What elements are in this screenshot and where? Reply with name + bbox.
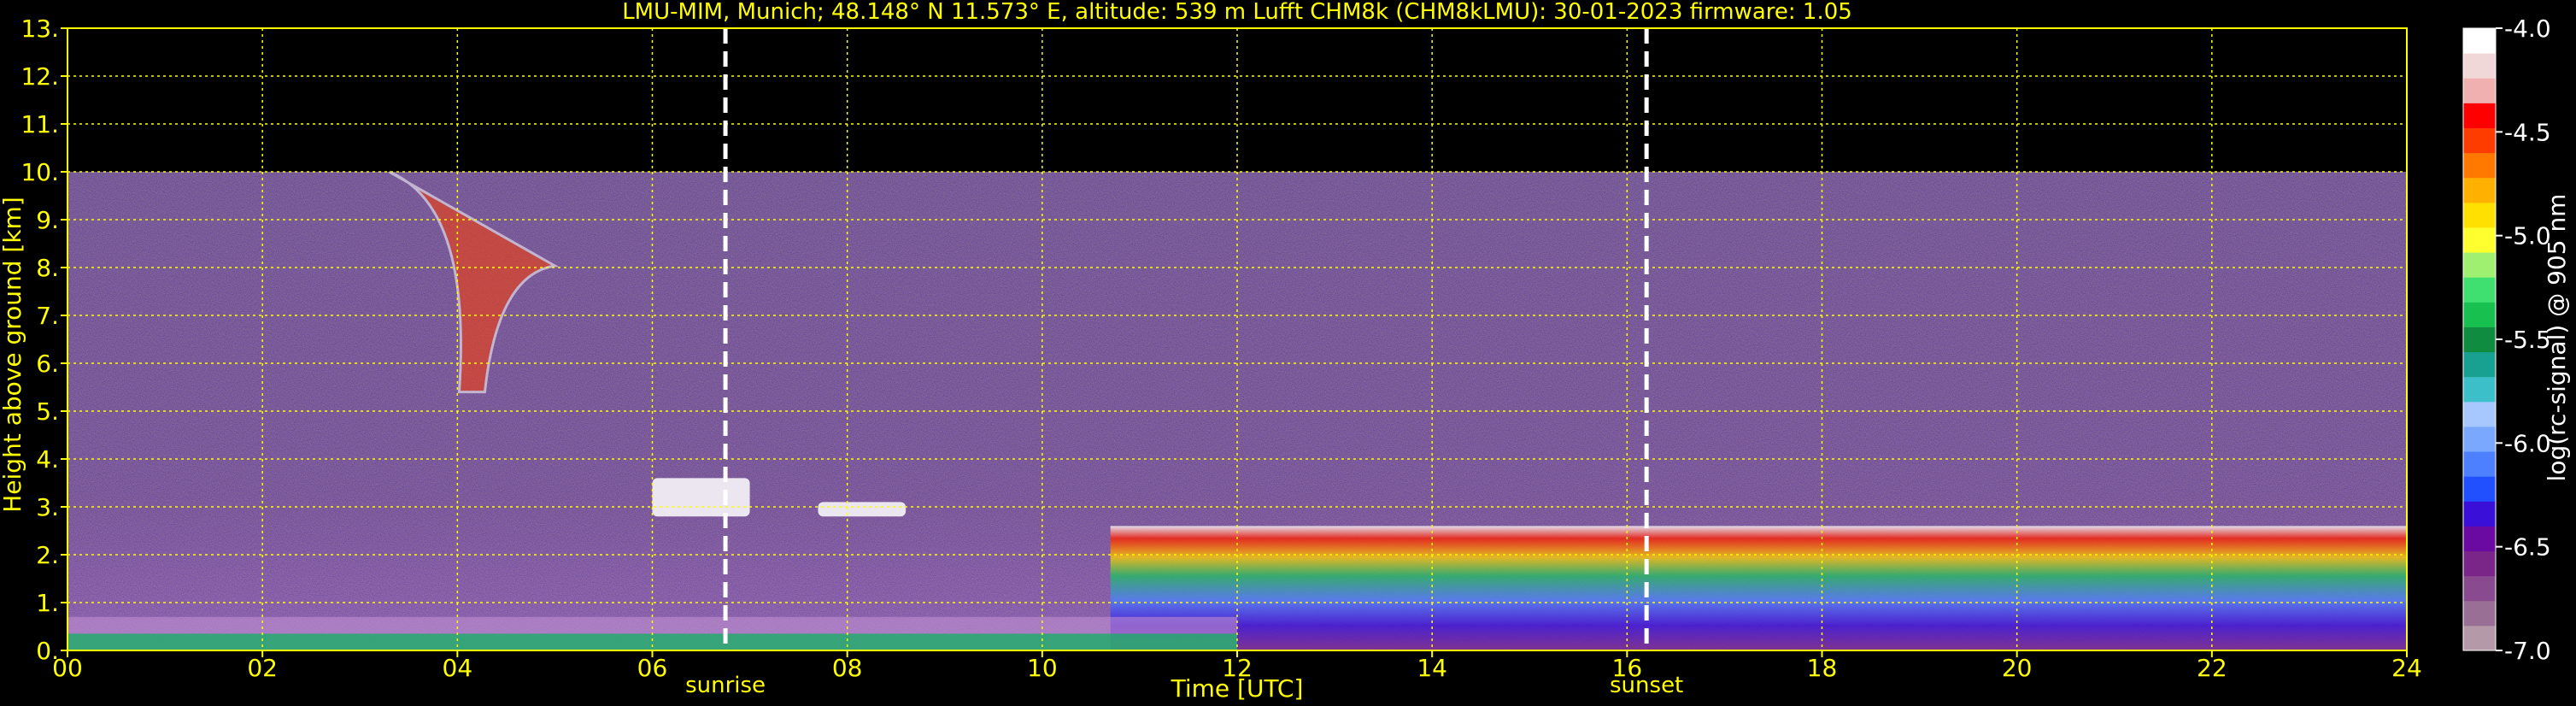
colorbar-segment: [2463, 600, 2496, 627]
y-tick-label: 13.: [21, 15, 59, 43]
y-tick-label: 3.: [36, 493, 59, 521]
y-tick-label: 6.: [36, 350, 59, 378]
y-tick-label: 0.: [36, 637, 59, 665]
x-tick-label: 10: [1027, 654, 1058, 682]
feature-aerosol-bottom: [67, 633, 1237, 650]
colorbar-segment: [2463, 351, 2496, 378]
x-tick-label: 18: [1807, 654, 1838, 682]
colorbar-segment: [2463, 451, 2496, 477]
x-tick-label: 02: [247, 654, 278, 682]
y-tick-label: 11.: [21, 110, 59, 138]
x-axis-label: Time [UTC]: [1171, 674, 1304, 703]
colorbar-segment: [2463, 28, 2496, 54]
colorbar-tick-label: -6.5: [2504, 533, 2551, 562]
colorbar-segment: [2463, 78, 2496, 103]
colorbar-segment: [2463, 550, 2496, 577]
colorbar-segment: [2463, 401, 2496, 427]
y-tick-label: 1.: [36, 589, 59, 617]
y-tick-label: 9.: [36, 206, 59, 234]
y-tick-label: 4.: [36, 445, 59, 474]
y-tick-label: 10.: [21, 158, 59, 186]
colorbar-segment: [2463, 526, 2496, 552]
colorbar-tick-label: -4.5: [2504, 118, 2551, 146]
y-tick-label: 5.: [36, 397, 59, 426]
colorbar-tick-label: -4.0: [2504, 15, 2551, 43]
x-tick-label: 24: [2391, 654, 2422, 682]
colorbar-segment: [2463, 476, 2496, 502]
colorbar-label: log(rc-signal) @ 905 nm: [2543, 194, 2571, 482]
colorbar-segment: [2463, 177, 2496, 203]
colorbar-segment: [2463, 327, 2496, 353]
x-tick-label: 04: [443, 654, 473, 682]
colorbar-segment: [2463, 152, 2496, 179]
feature-cloud-layer: [652, 478, 750, 517]
colorbar-segment: [2463, 625, 2496, 651]
chart-title: LMU-MIM, Munich; 48.148° N 11.573° E, al…: [622, 0, 1852, 25]
x-tick-label: 20: [2002, 654, 2033, 682]
colorbar-segment: [2463, 202, 2496, 228]
colorbar-segment: [2463, 302, 2496, 327]
y-tick-label: 12.: [21, 62, 59, 91]
x-tick-label: 16: [1612, 654, 1643, 682]
y-tick-label: 7.: [36, 302, 59, 330]
colorbar-segment: [2463, 103, 2496, 128]
colorbar: -4.0-4.5-5.0-5.5-6.0-6.5-7.0: [2462, 15, 2551, 665]
event-label-sunrise: sunrise: [685, 673, 766, 698]
feature-cloud-layer: [818, 502, 907, 517]
colorbar-segment: [2463, 127, 2496, 154]
colorbar-segment: [2463, 501, 2496, 527]
x-tick-label: 22: [2197, 654, 2227, 682]
colorbar-segment: [2463, 53, 2496, 79]
y-tick-label: 2.: [36, 541, 59, 569]
colorbar-tick-label: -7.0: [2504, 637, 2551, 665]
ceilometer-chart: sunrise sunset00 02 04 06 08 10 12 14 16 18 20 22 240…: [0, 0, 2571, 703]
colorbar-segment: [2463, 575, 2496, 602]
x-tick-label: 06: [637, 654, 668, 682]
x-tick-label: 14: [1417, 654, 1447, 682]
colorbar-segment: [2463, 227, 2496, 253]
colorbar-segment: [2463, 426, 2496, 452]
colorbar-segment: [2463, 252, 2496, 278]
y-axis-label: Height above ground [km]: [0, 197, 26, 513]
plot-area: sunrise sunset00 02 04 06 08 10 12 14 16 18 20 22 240…: [21, 15, 2421, 698]
x-tick-label: 08: [832, 654, 863, 682]
y-tick-label: 8.: [36, 254, 59, 282]
colorbar-segment: [2463, 376, 2496, 403]
colorbar-segment: [2463, 277, 2496, 303]
